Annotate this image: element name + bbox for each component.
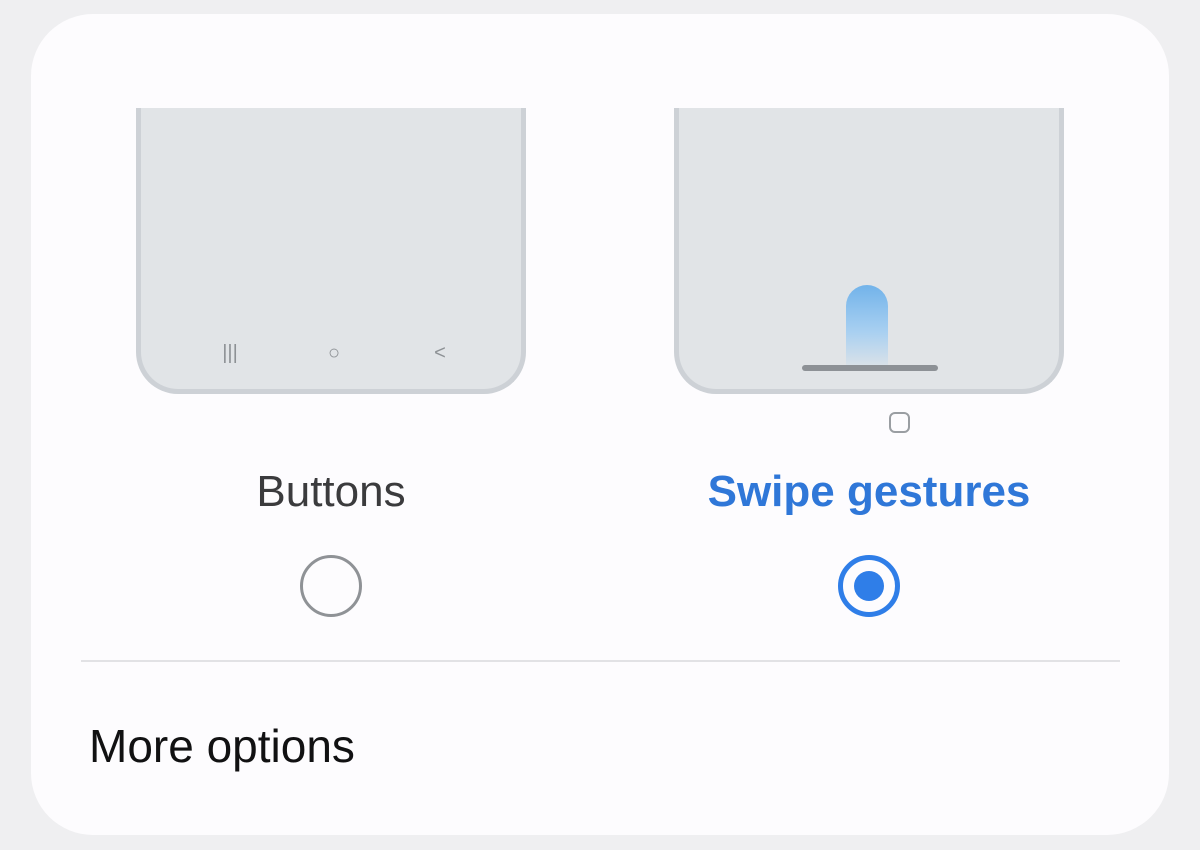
divider (81, 660, 1120, 662)
option-buttons[interactable]: ||| ○ < Buttons (91, 14, 571, 654)
radio-buttons[interactable] (300, 555, 362, 617)
recents-icon: ||| (222, 342, 238, 364)
option-label-buttons: Buttons (256, 467, 406, 516)
radio-selected-dot (854, 571, 884, 601)
radio-swipe-gestures[interactable] (838, 555, 900, 617)
swipe-up-indicator-icon (846, 285, 888, 371)
back-icon: < (434, 342, 446, 364)
option-label-swipe-gestures: Swipe gestures (707, 467, 1031, 516)
swipe-preview-phone (674, 108, 1064, 394)
buttons-preview-phone: ||| ○ < (136, 108, 526, 394)
navigation-type-card: ||| ○ < Buttons Swipe gestures More opti… (31, 14, 1169, 835)
home-icon: ○ (327, 342, 341, 364)
gesture-hint-icon (889, 412, 910, 433)
gesture-bar-icon (802, 365, 938, 371)
more-options-item[interactable]: More options (89, 719, 355, 773)
option-swipe-gestures[interactable]: Swipe gestures (629, 14, 1109, 654)
